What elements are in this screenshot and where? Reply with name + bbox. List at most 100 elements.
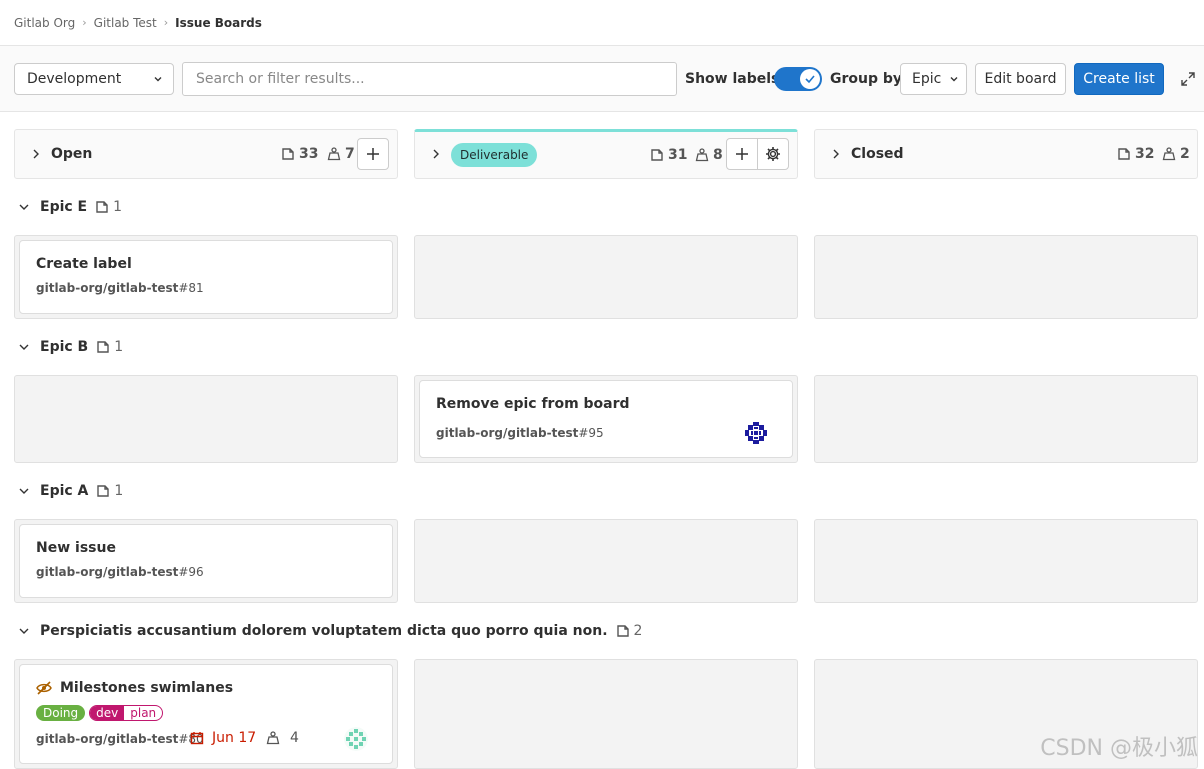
chevron-down-icon <box>19 488 29 494</box>
show-labels-toggle[interactable] <box>774 66 822 91</box>
swimlane-cell: Remove epic from board gitlab-org/gitlab… <box>414 375 798 463</box>
epic-issue-count: 1 <box>95 199 122 215</box>
weight-icon <box>1162 147 1176 161</box>
board-toolbar: Development Show labels Group by Epic Ed… <box>0 46 1204 112</box>
swimlane-cell: New issue gitlab-org/gitlab-test#96 <box>14 519 398 603</box>
list-settings-button[interactable] <box>757 138 789 170</box>
create-list-button[interactable]: Create list <box>1074 62 1164 95</box>
issue-count-value: 31 <box>668 147 688 163</box>
list-header-closed: Closed 32 2 <box>814 129 1198 179</box>
issue-count: 31 <box>650 147 687 163</box>
eye-slash-icon <box>36 681 52 695</box>
weight-count: 2 <box>1162 146 1190 162</box>
issue-weight-value: 4 <box>290 730 299 746</box>
issue-count: 32 <box>1117 146 1154 162</box>
epic-count-value: 1 <box>113 199 123 215</box>
list-title: Open <box>51 146 93 162</box>
issue-title[interactable]: Milestones swimlanes <box>60 680 233 696</box>
swimlane-cell <box>814 375 1198 463</box>
issues-icon <box>96 201 108 213</box>
epic-swimlane-header[interactable]: Epic E 1 <box>18 197 122 217</box>
issues-icon <box>616 625 629 637</box>
swimlane-cell <box>414 519 798 603</box>
chevron-right-icon[interactable] <box>831 148 841 160</box>
assignee-avatar[interactable] <box>744 421 768 445</box>
issues-icon <box>97 341 109 353</box>
board-switcher-dropdown[interactable]: Development <box>14 62 174 95</box>
issue-count: 33 <box>281 146 318 162</box>
issue-ref-number: #95 <box>578 426 604 440</box>
label-doing[interactable]: Doing <box>36 705 86 721</box>
gear-icon <box>766 147 780 161</box>
issues-icon <box>97 485 110 497</box>
issue-ref-path: gitlab-org/gitlab-test <box>36 281 179 295</box>
weight-count-value: 7 <box>345 146 355 162</box>
chevron-right-icon: › <box>82 16 87 29</box>
issue-title[interactable]: New issue <box>36 540 116 556</box>
swimlane-cell <box>814 519 1198 603</box>
scoped-label-key: dev <box>90 706 125 720</box>
assignee-avatar[interactable] <box>344 727 368 751</box>
group-by-label: Group by <box>830 70 903 87</box>
show-labels-label: Show labels <box>685 70 780 87</box>
issues-icon <box>1118 148 1130 160</box>
search-filter-bar[interactable] <box>182 61 677 96</box>
search-input[interactable] <box>196 70 676 87</box>
issue-title[interactable]: Create label <box>36 256 132 272</box>
chevron-down-icon <box>19 628 29 634</box>
issues-icon <box>651 149 663 161</box>
issue-reference: gitlab-org/gitlab-test#96 <box>36 565 204 579</box>
epic-swimlane-header[interactable]: Epic A 1 <box>18 481 123 501</box>
issue-labels: Doing dev plan <box>36 705 164 721</box>
weight-count: 7 <box>327 146 355 162</box>
swimlane-cell <box>14 375 398 463</box>
chevron-right-icon[interactable] <box>31 148 41 160</box>
new-issue-button[interactable] <box>726 138 758 170</box>
issue-count-value: 33 <box>299 146 319 162</box>
breadcrumb-issue-boards[interactable]: Issue Boards <box>175 16 262 30</box>
group-by-value: Epic <box>912 70 942 87</box>
chevron-down-icon <box>19 204 29 210</box>
weight-count-value: 8 <box>713 147 723 163</box>
swimlane-cell: Create label gitlab-org/gitlab-test#81 <box>14 235 398 319</box>
checkmark-icon <box>800 68 820 89</box>
issue-card[interactable]: Milestones swimlanes Doing dev plan gitl… <box>19 664 393 764</box>
epic-count-value: 1 <box>114 339 124 355</box>
scoped-label-dev-plan[interactable]: dev plan <box>89 705 164 721</box>
breadcrumb-gitlab-org[interactable]: Gitlab Org <box>14 16 75 30</box>
epic-title: Epic B <box>40 339 89 355</box>
due-date-value: Jun 17 <box>212 730 257 746</box>
epic-issue-count: 1 <box>96 483 123 499</box>
swimlane-cell <box>814 235 1198 319</box>
issue-reference: gitlab-org/gitlab-test#81 <box>36 281 204 295</box>
board-switcher-label: Development <box>27 70 122 87</box>
issue-title[interactable]: Remove epic from board <box>436 396 630 412</box>
group-by-dropdown[interactable]: Epic <box>900 62 967 95</box>
maximize-icon[interactable] <box>1181 71 1195 86</box>
issue-ref-number: #96 <box>178 565 204 579</box>
issues-icon <box>282 148 294 160</box>
plus-icon <box>367 148 379 160</box>
weight-count: 8 <box>695 147 723 163</box>
epic-swimlane-header[interactable]: Perspiciatis accusantium dolorem volupta… <box>18 621 642 641</box>
weight-icon <box>695 148 709 162</box>
issue-card[interactable]: Remove epic from board gitlab-org/gitlab… <box>419 380 793 458</box>
epic-swimlane-header[interactable]: Epic B 1 <box>18 337 123 357</box>
chevron-right-icon[interactable] <box>431 148 441 160</box>
issue-ref-path: gitlab-org/gitlab-test <box>36 565 179 579</box>
new-issue-button[interactable] <box>357 138 389 170</box>
list-label-pill[interactable]: Deliverable <box>451 143 538 167</box>
issue-ref-number: #81 <box>178 281 204 295</box>
weight-icon <box>266 731 280 745</box>
breadcrumb-gitlab-test[interactable]: Gitlab Test <box>94 16 157 30</box>
epic-title: Perspiciatis accusantium dolorem volupta… <box>40 623 608 639</box>
issue-weight: 4 <box>266 730 299 746</box>
issue-card[interactable]: Create label gitlab-org/gitlab-test#81 <box>19 240 393 314</box>
epic-title: Epic E <box>40 199 88 215</box>
edit-board-button[interactable]: Edit board <box>975 62 1066 95</box>
calendar-icon <box>190 732 204 745</box>
issue-card[interactable]: New issue gitlab-org/gitlab-test#96 <box>19 524 393 598</box>
watermark: CSDN @极小狐 <box>1040 736 1198 761</box>
weight-icon <box>327 147 341 161</box>
epic-count-value: 1 <box>114 483 124 499</box>
